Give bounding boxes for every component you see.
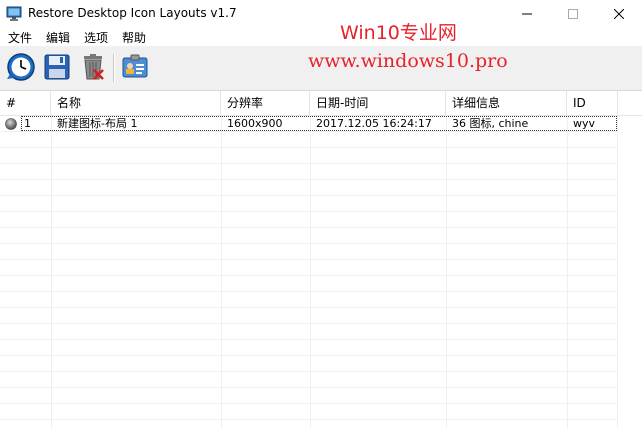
delete-icon <box>79 53 107 84</box>
properties-button[interactable] <box>118 51 152 85</box>
delete-button[interactable] <box>76 51 110 85</box>
close-button[interactable] <box>596 0 642 28</box>
maximize-button[interactable] <box>550 0 596 28</box>
restore-icon <box>6 52 36 85</box>
cell-datetime: 2017.12.05 16:24:17 <box>316 117 432 130</box>
column-header-name[interactable]: 名称 <box>51 91 221 115</box>
column-header-details[interactable]: 详细信息 <box>446 91 567 115</box>
cell-number: 1 <box>24 117 31 130</box>
menu-help[interactable]: 帮助 <box>122 29 146 46</box>
menu-file[interactable]: 文件 <box>8 29 32 46</box>
title-bar: Restore Desktop Icon Layouts v1.7 <box>0 0 642 28</box>
properties-icon <box>121 53 149 84</box>
app-monitor-icon <box>6 6 22 22</box>
column-header-datetime[interactable]: 日期-时间 <box>310 91 446 115</box>
menu-bar: 文件 编辑 选项 帮助 <box>0 28 642 46</box>
table-row[interactable]: 1 新建图标-布局 1 1600x900 2017.12.05 16:24:17… <box>0 116 618 132</box>
column-header-number[interactable]: # <box>0 91 51 115</box>
cell-resolution: 1600x900 <box>227 117 283 130</box>
save-icon <box>43 53 71 84</box>
menu-edit[interactable]: 编辑 <box>46 29 70 46</box>
cell-details: 36 图标, chine <box>452 117 529 130</box>
grid-lines <box>0 116 642 428</box>
cell-id: wyv <box>573 117 596 130</box>
save-button[interactable] <box>40 51 74 85</box>
minimize-button[interactable] <box>504 0 550 28</box>
layout-item-icon <box>5 118 17 130</box>
restore-button[interactable] <box>4 51 38 85</box>
toolbar-separator <box>113 54 115 82</box>
window-title: Restore Desktop Icon Layouts v1.7 <box>28 6 237 20</box>
cell-name: 新建图标-布局 1 <box>57 117 138 130</box>
column-header-id[interactable]: ID <box>567 91 618 115</box>
column-header-resolution[interactable]: 分辨率 <box>221 91 310 115</box>
toolbar <box>0 46 642 90</box>
list-header: # 名称 分辨率 日期-时间 详细信息 ID <box>0 91 642 116</box>
menu-options[interactable]: 选项 <box>84 29 108 46</box>
layout-list[interactable]: # 名称 分辨率 日期-时间 详细信息 ID 1 新建图标-布局 1 1600x… <box>0 90 642 428</box>
